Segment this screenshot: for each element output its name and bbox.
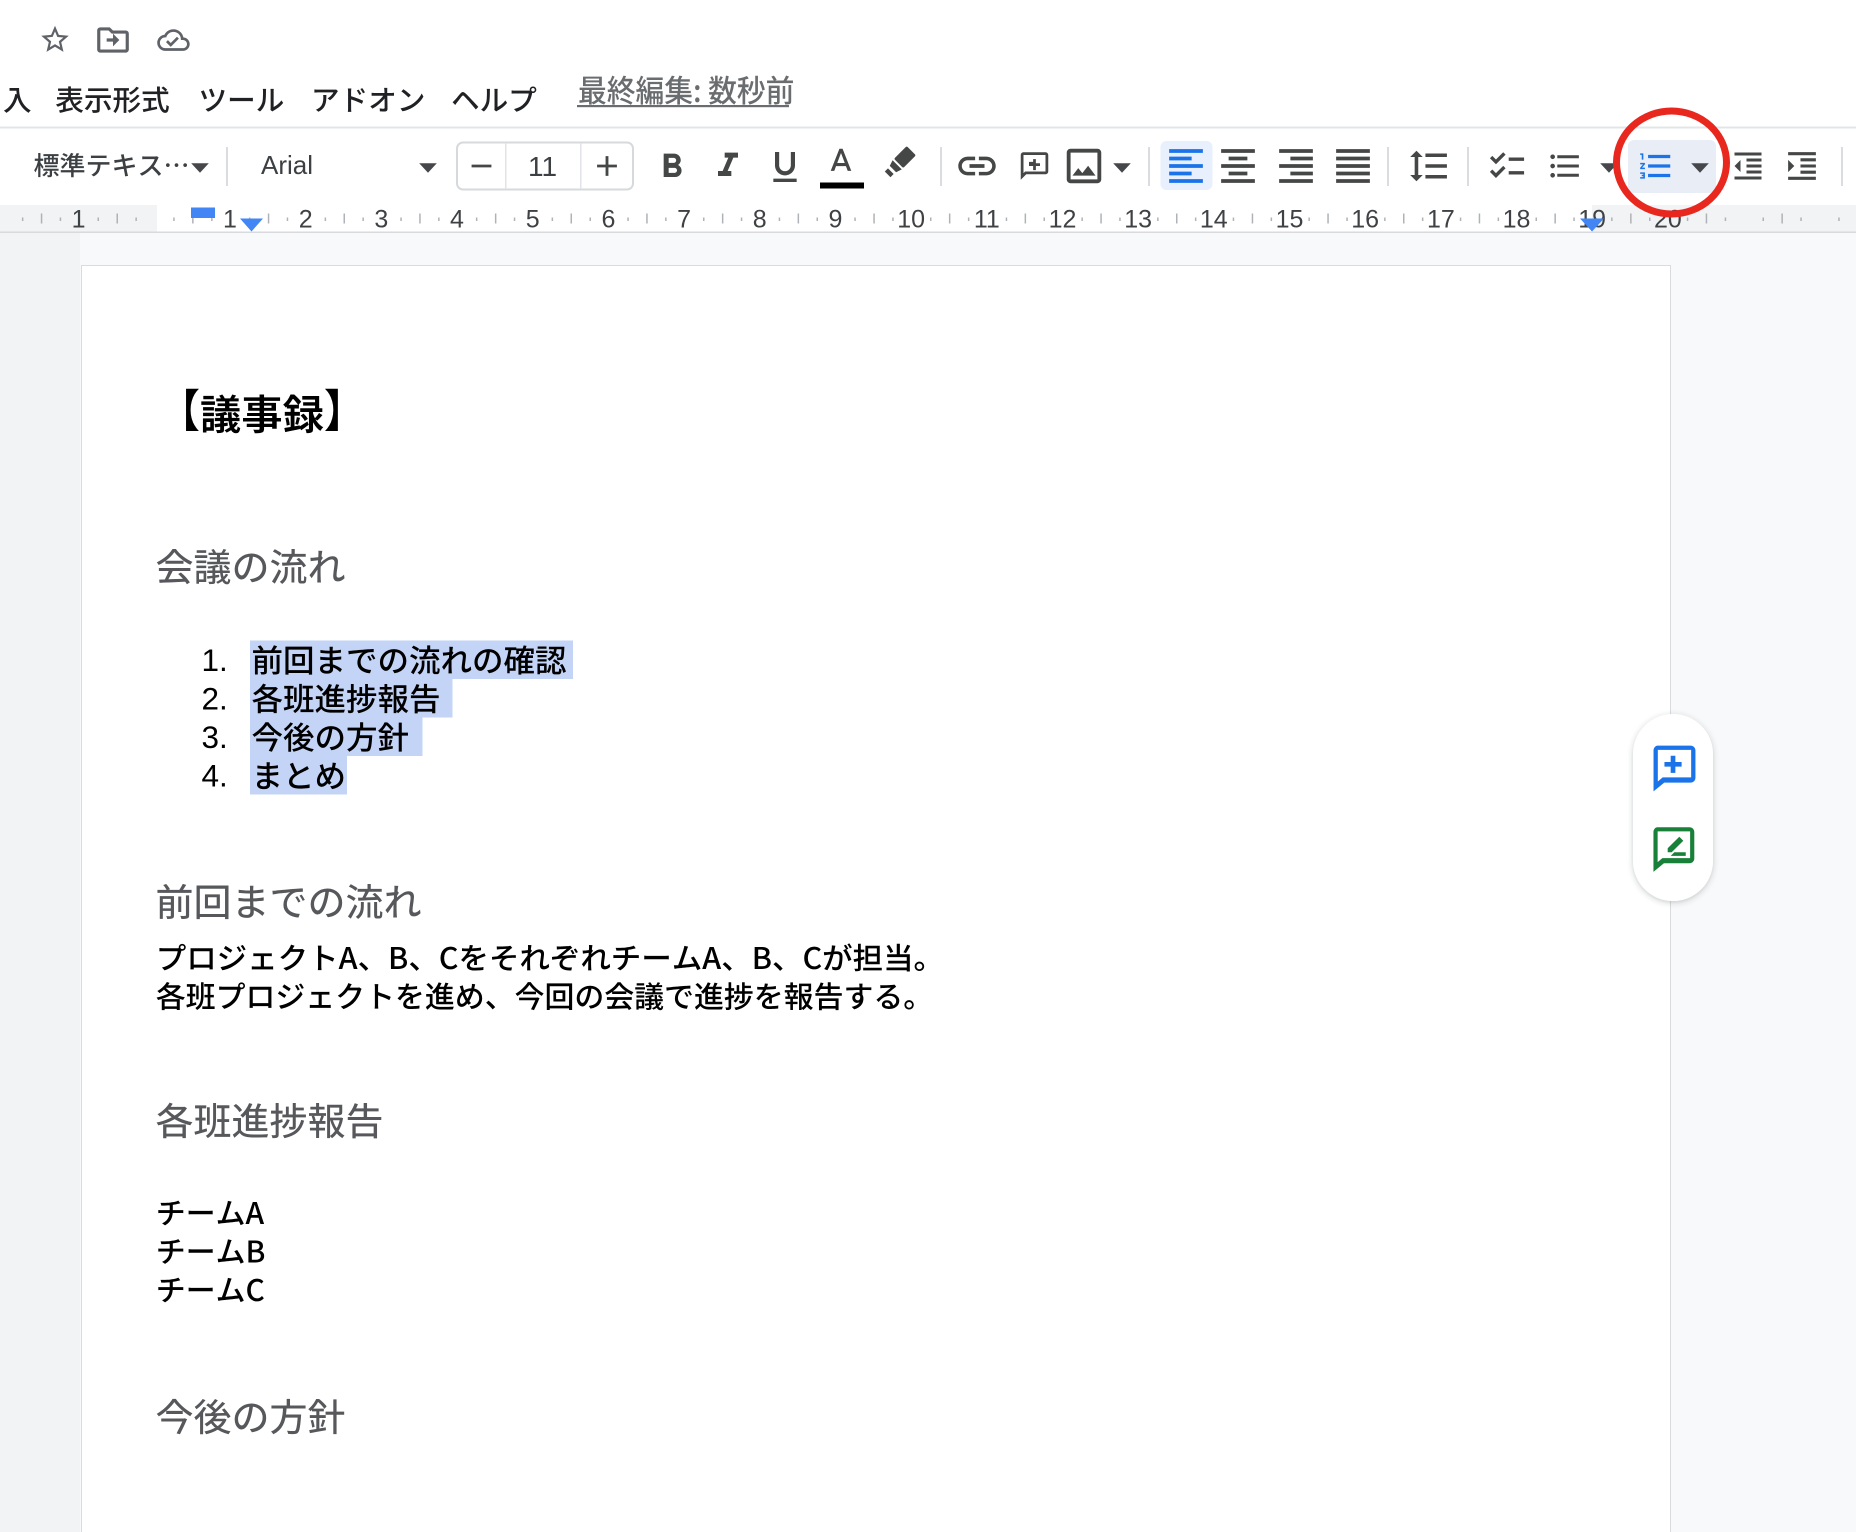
svg-text:5: 5 bbox=[526, 206, 540, 234]
svg-text:1: 1 bbox=[223, 206, 237, 234]
svg-text:17: 17 bbox=[1427, 206, 1455, 234]
svg-text:8: 8 bbox=[753, 206, 767, 234]
svg-text:4: 4 bbox=[450, 206, 464, 234]
svg-text:16: 16 bbox=[1351, 206, 1379, 234]
svg-text:2: 2 bbox=[299, 206, 313, 234]
svg-text:3.: 3. bbox=[202, 719, 228, 755]
svg-text:9: 9 bbox=[828, 206, 842, 234]
svg-text:10: 10 bbox=[897, 206, 925, 234]
svg-text:3: 3 bbox=[374, 206, 388, 234]
svg-text:6: 6 bbox=[601, 206, 615, 234]
svg-text:1.: 1. bbox=[202, 642, 228, 678]
svg-text:1: 1 bbox=[72, 206, 86, 234]
svg-text:11: 11 bbox=[528, 151, 557, 182]
svg-text:11: 11 bbox=[974, 206, 1000, 234]
svg-text:12: 12 bbox=[1049, 206, 1077, 234]
svg-text:18: 18 bbox=[1503, 206, 1531, 234]
svg-text:Arial: Arial bbox=[261, 150, 313, 180]
svg-text:7: 7 bbox=[677, 206, 691, 234]
svg-text:15: 15 bbox=[1276, 206, 1304, 234]
svg-text:2.: 2. bbox=[202, 681, 228, 717]
svg-text:14: 14 bbox=[1200, 206, 1228, 234]
svg-text:13: 13 bbox=[1124, 206, 1152, 234]
svg-text:4.: 4. bbox=[202, 758, 228, 794]
